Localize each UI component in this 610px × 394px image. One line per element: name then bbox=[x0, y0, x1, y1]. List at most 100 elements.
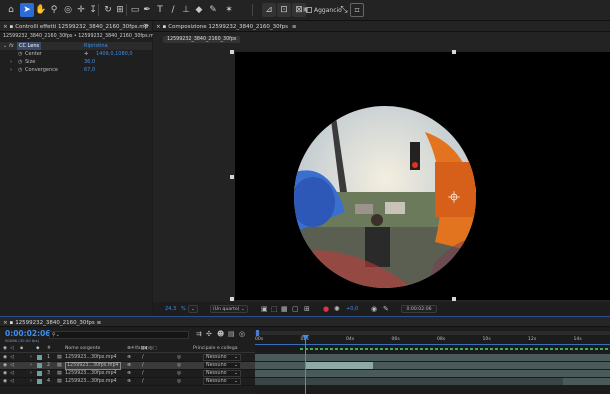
lock-icon[interactable]: ▪ bbox=[163, 24, 167, 30]
zoom-dropdown-icon[interactable]: ⌄ bbox=[188, 305, 198, 313]
size-value[interactable]: 36,0 bbox=[84, 58, 95, 66]
orbit-camera-icon[interactable]: ◎ bbox=[61, 3, 75, 17]
audio-icon[interactable]: ◁ bbox=[10, 378, 14, 386]
show-snapshot-icon[interactable]: ✎ bbox=[383, 305, 389, 313]
snap-options-icon[interactable]: ⤡ bbox=[337, 3, 351, 17]
source-name-header[interactable]: Nome sorgente bbox=[65, 345, 100, 353]
stopwatch-icon[interactable]: ◷ bbox=[18, 58, 22, 66]
transparency-grid-icon[interactable]: ▦ bbox=[281, 305, 288, 313]
local-axis-icon[interactable]: ⊿ bbox=[262, 3, 276, 17]
eye-icon[interactable]: ◉ bbox=[3, 370, 7, 378]
stopwatch-icon[interactable]: ◷ bbox=[18, 50, 22, 58]
work-area-bar[interactable] bbox=[255, 331, 610, 335]
expand-chevron-icon[interactable]: ⌄ bbox=[3, 42, 7, 50]
layer-row[interactable]: ◉ ◁ › 3 ▤ 1259923...30fps.mp4 ⊕ / ◎ Nessuno ⌄ bbox=[0, 370, 255, 378]
grid-guides-icon[interactable]: ⊞ bbox=[304, 305, 310, 313]
convergence-value[interactable]: 67,0 bbox=[84, 66, 95, 74]
close-tab-icon[interactable]: × bbox=[3, 320, 8, 326]
quality-switch-icon[interactable]: / bbox=[142, 362, 144, 370]
eye-icon[interactable]: ◉ bbox=[3, 378, 7, 386]
layer-name[interactable]: 1259923...30fps.mp4 bbox=[65, 378, 117, 386]
layer-row[interactable]: ◉ ◁ › 2 ▤ 1259923...30fps.mp4 ⊕ / ◎ Nessuno ⌄ bbox=[0, 362, 255, 370]
layer-bar-4[interactable] bbox=[255, 378, 563, 385]
roto-brush-tool-icon[interactable]: ✎ bbox=[206, 3, 220, 17]
layer-row[interactable]: ◉ ◁ › 4 ▤ 1259923...30fps.mp4 ⊕ / ◎ Nessuno ⌄ bbox=[0, 378, 255, 386]
snapshot-icon[interactable]: ▣ bbox=[261, 305, 268, 313]
shy-switch-icon[interactable]: ⊕ bbox=[127, 362, 131, 370]
parent-dropdown[interactable]: Nessuno ⌄ bbox=[203, 370, 241, 377]
draft-3d-icon[interactable]: ✣ bbox=[206, 330, 212, 338]
type-tool-icon[interactable]: T bbox=[153, 3, 167, 17]
region-icon[interactable]: ⬚ bbox=[271, 305, 278, 313]
expand-chevron-icon[interactable]: › bbox=[30, 378, 32, 386]
eye-icon[interactable]: ◉ bbox=[3, 362, 7, 370]
exposure-icon[interactable]: ✺ bbox=[334, 305, 340, 313]
composition-tab[interactable]: Composizione 12599232_3840_2160_30fps bbox=[168, 24, 288, 30]
center-value[interactable]: 1409,0,1080,0 bbox=[96, 50, 133, 58]
shy-switch-icon[interactable]: ⊕ bbox=[127, 354, 131, 362]
exposure-value[interactable]: +0,0 bbox=[346, 306, 358, 312]
layer-name[interactable]: 1259923...30fps.mp4 bbox=[65, 362, 121, 370]
selection-tool-icon[interactable]: ➤ bbox=[20, 3, 34, 17]
timeline-tab[interactable]: 12599232_3840_2160_30fps bbox=[15, 320, 95, 326]
shy-layers-icon[interactable]: ☻ bbox=[217, 330, 224, 338]
close-tab-icon[interactable]: × bbox=[3, 24, 8, 30]
bbox-handle[interactable] bbox=[230, 175, 234, 179]
bbox-handle[interactable] bbox=[230, 50, 234, 54]
layer-bar-2-tail[interactable] bbox=[373, 362, 610, 369]
eye-icon[interactable]: ◉ bbox=[3, 354, 7, 362]
bbox-handle[interactable] bbox=[452, 50, 456, 54]
fx-icon[interactable]: fx bbox=[9, 42, 14, 50]
shy-switch-icon[interactable]: ⊕ bbox=[127, 370, 131, 378]
resolution-dropdown[interactable]: (Un quarto) ⌄ bbox=[210, 305, 248, 313]
brush-tool-icon[interactable]: / bbox=[166, 3, 180, 17]
layer-bar-2[interactable] bbox=[255, 362, 305, 369]
layer-row[interactable]: ◉ ◁ › 1 ▤ 1259923...30fps.mp4 ⊕ / ◎ Nessuno ⌄ bbox=[0, 354, 255, 362]
channel-icon[interactable]: ● bbox=[323, 305, 329, 313]
layer-bar-4-tail[interactable] bbox=[563, 378, 610, 385]
layer-name[interactable]: 1259923...30fps.mp4 bbox=[65, 370, 117, 378]
parent-dropdown[interactable]: Nessuno ⌄ bbox=[203, 362, 241, 369]
effects-tab[interactable]: Controlli effetti 12599232_3840_2160_30f… bbox=[15, 24, 148, 30]
viewer-timecode[interactable]: 0:00:02:06 bbox=[401, 305, 437, 313]
parent-pickwhip-icon[interactable]: ◎ bbox=[177, 370, 181, 378]
hand-tool-icon[interactable]: ✋ bbox=[34, 3, 48, 17]
lock-icon[interactable]: ▪ bbox=[10, 24, 14, 30]
parent-pickwhip-icon[interactable]: ◎ bbox=[177, 362, 181, 370]
home-icon[interactable]: ⌂ bbox=[4, 3, 18, 17]
playhead-line[interactable] bbox=[305, 336, 306, 394]
label-color-swatch[interactable] bbox=[37, 355, 42, 360]
layer-bar-1[interactable] bbox=[255, 354, 610, 361]
audio-icon[interactable]: ◁ bbox=[10, 370, 14, 378]
layer-search-input[interactable]: ⚲⌄ bbox=[49, 331, 189, 339]
stopwatch-icon[interactable]: ◷ bbox=[18, 66, 22, 74]
expand-chevron-icon[interactable]: › bbox=[30, 362, 32, 370]
reset-link[interactable]: Ripristina bbox=[84, 42, 108, 50]
camera-snapshot-icon[interactable]: ◉ bbox=[371, 305, 377, 313]
shy-switch-icon[interactable]: ⊕ bbox=[127, 378, 131, 386]
layer-name[interactable]: 1259923...30fps.mp4 bbox=[65, 354, 117, 362]
anchor-point-tool-icon[interactable]: ⊞ bbox=[113, 3, 127, 17]
quality-switch-icon[interactable]: / bbox=[142, 370, 144, 378]
expand-chevron-icon[interactable]: › bbox=[30, 370, 32, 378]
bbox-handle[interactable] bbox=[230, 297, 234, 301]
frame-blending-icon[interactable]: ▤ bbox=[228, 330, 235, 338]
parent-dropdown[interactable]: Nessuno ⌄ bbox=[203, 354, 241, 361]
comp-viewer[interactable] bbox=[235, 52, 610, 300]
layer-bar-2-selected[interactable] bbox=[305, 362, 373, 369]
motion-blur-icon[interactable]: ◎ bbox=[239, 330, 245, 338]
zoom-tool-icon[interactable]: ⚲ bbox=[47, 3, 61, 17]
layer-bar-3[interactable] bbox=[255, 370, 610, 377]
timeline-timecode[interactable]: 0:00:02:06 bbox=[5, 329, 51, 338]
clone-stamp-tool-icon[interactable]: ⊥ bbox=[179, 3, 193, 17]
quality-switch-icon[interactable]: / bbox=[142, 354, 144, 362]
parent-pickwhip-icon[interactable]: ◎ bbox=[177, 378, 181, 386]
parent-pickwhip-icon[interactable]: ◎ bbox=[177, 354, 181, 362]
eraser-tool-icon[interactable]: ◆ bbox=[192, 3, 206, 17]
label-color-swatch[interactable] bbox=[37, 379, 42, 384]
puppet-tool-icon[interactable]: ✶ bbox=[222, 3, 236, 17]
expand-chevron-icon[interactable]: › bbox=[30, 354, 32, 362]
panel-menu-icon[interactable]: ≫ bbox=[143, 23, 149, 29]
close-tab-icon[interactable]: × bbox=[156, 24, 161, 30]
tab-menu-icon[interactable]: ≡ bbox=[292, 24, 297, 30]
